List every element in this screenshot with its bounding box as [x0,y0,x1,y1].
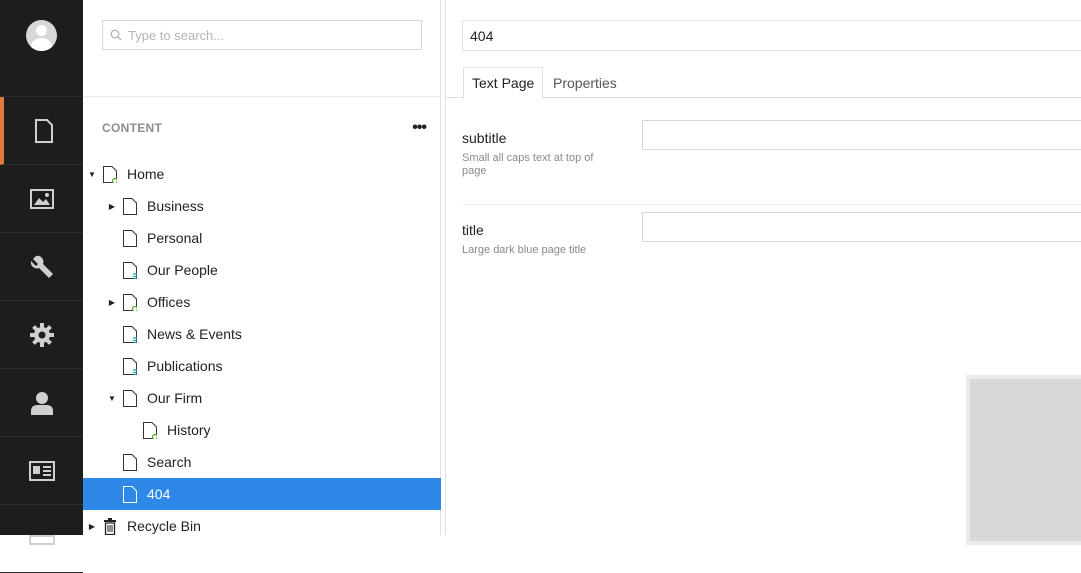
search-input[interactable] [128,27,408,43]
gear-icon [29,322,54,347]
section-forms[interactable] [0,505,83,573]
tree-node-our-people[interactable]: Our People [83,254,441,286]
tree-node-label: Home [127,166,165,182]
section-settings-tools[interactable] [0,233,83,301]
section-developer[interactable] [0,301,83,369]
tree-node-404[interactable]: 404 [83,478,441,510]
document-icon [143,421,157,439]
tree-node-recycle-bin[interactable]: ▶ Recycle Bin [83,510,441,542]
tree-node-home[interactable]: ▼ Home [83,158,441,190]
image-icon [29,188,54,209]
trash-icon [104,517,116,535]
tree-node-label: Search [147,454,192,470]
section-media[interactable] [0,165,83,233]
tree-node-label: News & Events [147,326,242,342]
user-icon [30,391,53,415]
property-title: title Large dark blue page title [462,212,1081,257]
collapsed-caret-icon[interactable]: ▶ [87,522,97,531]
title-field[interactable] [642,212,1081,242]
document-icon [123,485,137,503]
form-icon [28,534,55,545]
tree-node-history[interactable]: History [83,414,441,446]
expand-caret-icon[interactable]: ▼ [87,170,97,179]
more-options-button[interactable]: ••• [412,119,427,137]
collapsed-caret-icon[interactable]: ▶ [107,202,117,211]
tree-node-label: Business [147,198,204,214]
tree-node-offices[interactable]: ▶ Offices [83,286,441,318]
tree-node-our-firm[interactable]: ▼ Our Firm [83,382,441,414]
tree-node-label: Offices [147,294,191,310]
id-card-icon [28,460,55,481]
tab-properties[interactable]: Properties [545,67,625,98]
expand-caret-icon[interactable]: ▼ [107,394,117,403]
document-icon [103,165,117,183]
user-area [0,0,83,97]
tree-node-label: Publications [147,358,223,374]
property-description: Small all caps text at top of page [462,152,594,177]
tree-node-search[interactable]: Search [83,446,441,478]
avatar[interactable] [26,20,57,51]
editor-tabs: Text Page Properties [446,67,1081,99]
tree-node-label: Our People [147,262,218,278]
document-icon [34,118,53,143]
tree-header: CONTENT ••• [83,97,440,157]
subtitle-field[interactable] [642,120,1081,150]
document-icon [123,229,137,247]
tree-section-title: CONTENT [102,121,163,135]
tree-search-area [83,0,440,97]
section-content[interactable] [0,97,83,165]
document-icon [123,293,137,311]
tree-node-publications[interactable]: Publications [83,350,441,382]
tree-node-label: Our Firm [147,390,203,406]
document-list-icon [123,357,137,375]
search-box[interactable] [102,20,422,50]
tree-node-label: History [167,422,211,438]
property-subtitle: subtitle Small all caps text at top of p… [462,120,1081,178]
wrench-icon [30,255,53,278]
tab-text-page[interactable]: Text Page [463,67,544,99]
section-nav [0,0,83,573]
tree-node-personal[interactable]: Personal [83,222,441,254]
editor-panel: Text Page Properties subtitle Small all … [445,0,1081,545]
document-icon [123,389,137,407]
document-icon [123,453,137,471]
tree-node-label: Personal [147,230,203,246]
search-icon [110,29,122,41]
preview-placeholder [966,375,1081,545]
tree-node-news-events[interactable]: News & Events [83,318,441,350]
section-members[interactable] [0,437,83,505]
content-tree-panel: CONTENT ••• ▼ Home ▶ Business Personal O… [83,0,441,535]
node-name-input[interactable] [462,20,1081,51]
property-description: Large dark blue page title [462,244,587,256]
collapsed-caret-icon[interactable]: ▶ [107,298,117,307]
document-list-icon [123,325,137,343]
section-users[interactable] [0,369,83,437]
tree-node-label: 404 [147,486,171,502]
property-divider [462,204,1081,205]
tree-node-business[interactable]: ▶ Business [83,190,441,222]
document-icon [123,197,137,215]
document-list-icon [123,261,137,279]
tree-node-label: Recycle Bin [127,518,201,534]
